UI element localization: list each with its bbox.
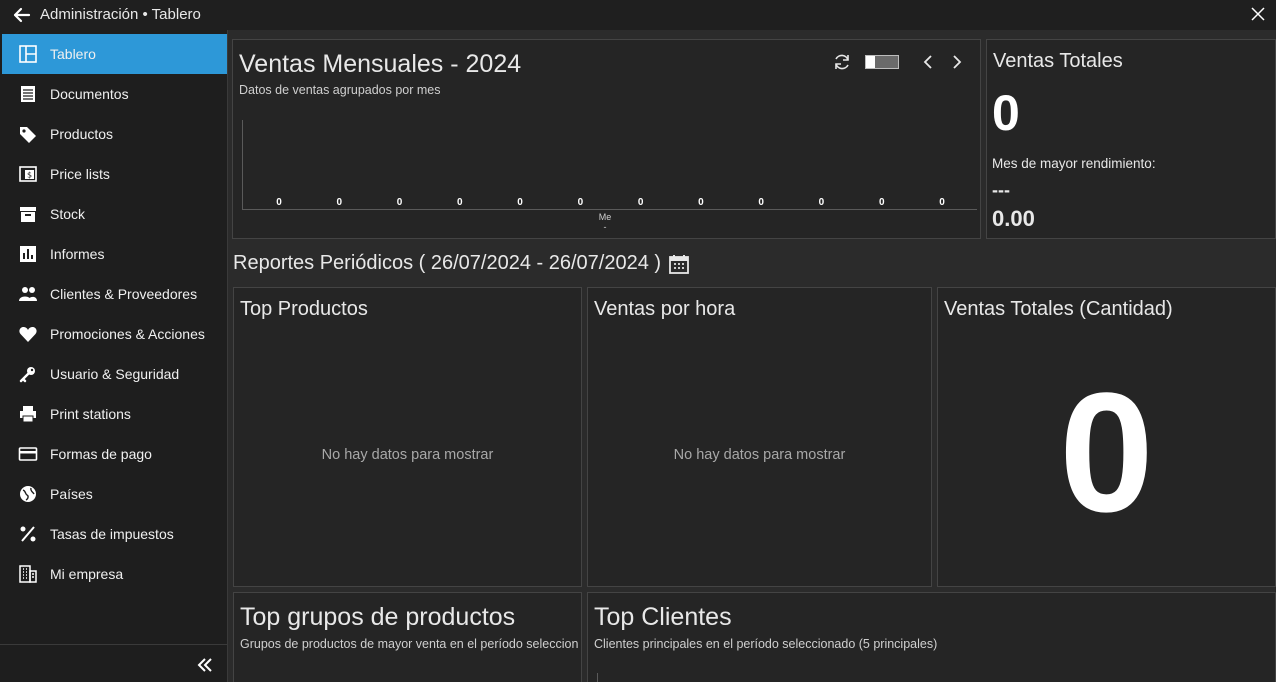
chart-data-label: 0 <box>939 197 945 208</box>
top-groups-title: Top grupos de productos <box>240 603 516 631</box>
sidebar-item-stock[interactable]: Stock <box>2 194 227 234</box>
close-icon[interactable] <box>1248 4 1268 24</box>
chart-data-label: 0 <box>577 197 584 208</box>
sidebar-item-clientes-proveedores[interactable]: Clientes & Proveedores <box>2 274 227 314</box>
periodic-reports-heading: Reportes Periódicos ( 26/07/2024 - 26/07… <box>233 252 662 274</box>
sidebar-item-formas-de-pago[interactable]: Formas de pago <box>2 434 227 474</box>
sidebar-item-label: Promociones & Acciones <box>50 326 205 342</box>
sidebar-item-price-lists[interactable]: $ Price lists <box>2 154 227 194</box>
sidebar-item-documentos[interactable]: Documentos <box>2 74 227 114</box>
top-products-title: Top Productos <box>240 298 368 320</box>
total-sales-value: 0 <box>992 85 1020 141</box>
price-list-icon: $ <box>19 166 37 182</box>
document-icon <box>21 86 35 102</box>
monthly-sales-chart: 0 0 0 0 0 0 0 0 0 0 0 0 <box>242 120 977 210</box>
tag-icon <box>20 127 36 143</box>
key-icon <box>19 367 35 383</box>
arrow-left-icon[interactable] <box>10 4 32 26</box>
sidebar-item-paises[interactable]: Países <box>2 474 227 514</box>
total-quantity-value: 0 <box>1059 358 1154 548</box>
sidebar-item-informes[interactable]: Informes <box>2 234 227 274</box>
sidebar-divider <box>0 644 227 645</box>
sidebar-item-label: Tasas de impuestos <box>50 526 174 542</box>
sidebar-item-label: Usuario & Seguridad <box>50 366 180 382</box>
total-sales-title: Ventas Totales <box>993 50 1123 72</box>
top-products-card: Top Productos No hay datos para mostrar <box>233 287 582 587</box>
double-chevron-left-icon[interactable] <box>194 654 216 676</box>
best-month-value: 0.00 <box>992 206 1035 231</box>
sidebar-item-label: Documentos <box>50 86 129 102</box>
sidebar-item-print-stations[interactable]: Print stations <box>2 394 227 434</box>
sidebar-item-mi-empresa[interactable]: Mi empresa <box>2 554 227 594</box>
top-clients-card: Top Clientes Clientes principales en el … <box>587 592 1276 682</box>
monthly-sales-title: Ventas Mensuales - 2024 <box>239 50 522 78</box>
top-clients-chart-axis <box>597 673 598 682</box>
chart-data-label: 0 <box>396 197 403 208</box>
sidebar-item-promociones[interactable]: Promociones & Acciones <box>2 314 227 354</box>
toggle-knob <box>866 56 875 68</box>
top-groups-card: Top grupos de productos Grupos de produc… <box>233 592 582 682</box>
chart-data-label: 0 <box>637 197 644 208</box>
best-month-label: Mes de mayor rendimiento: <box>992 156 1156 171</box>
globe-icon <box>20 486 36 502</box>
sales-by-hour-title: Ventas por hora <box>594 298 736 320</box>
total-sales-card: Ventas Totales 0 Mes de mayor rendimient… <box>986 39 1276 239</box>
sidebar-item-label: Productos <box>50 126 114 142</box>
chevron-left-icon[interactable] <box>918 52 938 72</box>
chart-data-label: 0 <box>818 197 825 208</box>
sidebar-item-tasas-de-impuestos[interactable]: Tasas de impuestos <box>2 514 227 554</box>
credit-card-icon <box>18 447 38 461</box>
printer-icon <box>20 406 36 423</box>
sidebar-item-label: Stock <box>50 206 86 222</box>
sidebar-item-label: Mi empresa <box>50 566 124 582</box>
total-quantity-card: Ventas Totales (Cantidad) 0 <box>937 287 1276 587</box>
sidebar-item-label: Price lists <box>50 166 110 182</box>
sidebar-item-usuario-seguridad[interactable]: Usuario & Seguridad <box>2 354 227 394</box>
sidebar-item-label: Clientes & Proveedores <box>50 286 198 302</box>
monthly-sales-card: Ventas Mensuales - 2024 Datos de ventas … <box>232 39 981 239</box>
heart-icon <box>19 326 37 342</box>
sidebar: Tablero Documentos Productos $ Price lis… <box>0 30 228 682</box>
sidebar-item-tablero[interactable]: Tablero <box>2 34 227 74</box>
bar-chart-icon <box>20 246 36 262</box>
chart-data-label: 0 <box>878 197 885 208</box>
building-icon <box>19 565 37 583</box>
chart-x-axis-tick: - <box>603 222 607 232</box>
chart-toggle[interactable] <box>865 55 899 69</box>
chevron-right-icon[interactable] <box>947 52 967 72</box>
people-icon <box>19 287 37 301</box>
chart-data-label: 0 <box>517 197 523 208</box>
top-groups-subtitle: Grupos de productos de mayor venta en el… <box>240 637 578 651</box>
title-bar: Administración • Tablero <box>0 0 1276 30</box>
percent-icon <box>20 526 36 542</box>
svg-text:$: $ <box>27 171 32 180</box>
monthly-sales-subtitle: Datos de ventas agrupados por mes <box>239 83 441 97</box>
chart-data-label: 0 <box>336 197 343 208</box>
refresh-icon[interactable] <box>832 52 852 72</box>
total-quantity-title: Ventas Totales (Cantidad) <box>944 298 1173 320</box>
calendar-icon[interactable] <box>668 253 690 275</box>
sidebar-item-label: Tablero <box>50 46 96 62</box>
chart-x-axis-title: Me <box>598 212 612 222</box>
top-products-empty: No hay datos para mostrar <box>321 447 494 463</box>
chart-data-label: 0 <box>457 197 463 208</box>
dashboard-main: Ventas Mensuales - 2024 Datos de ventas … <box>228 30 1276 682</box>
best-month-name: --- <box>992 180 1010 200</box>
window-title: Administración • Tablero <box>40 6 201 23</box>
sidebar-item-label: Países <box>50 486 93 502</box>
dashboard-icon <box>19 45 37 63</box>
sales-by-hour-empty: No hay datos para mostrar <box>673 447 846 463</box>
top-clients-subtitle: Clientes principales en el período selec… <box>594 637 938 651</box>
archive-box-icon <box>20 207 36 222</box>
top-clients-title: Top Clientes <box>594 603 732 631</box>
sidebar-item-label: Print stations <box>50 406 131 422</box>
sales-by-hour-card: Ventas por hora No hay datos para mostra… <box>587 287 932 587</box>
sidebar-item-label: Formas de pago <box>50 446 152 462</box>
sidebar-item-label: Informes <box>50 246 105 262</box>
chart-data-label: 0 <box>698 197 704 208</box>
chart-data-label: 0 <box>758 197 764 208</box>
sidebar-item-productos[interactable]: Productos <box>2 114 227 154</box>
chart-data-label: 0 <box>276 197 282 208</box>
